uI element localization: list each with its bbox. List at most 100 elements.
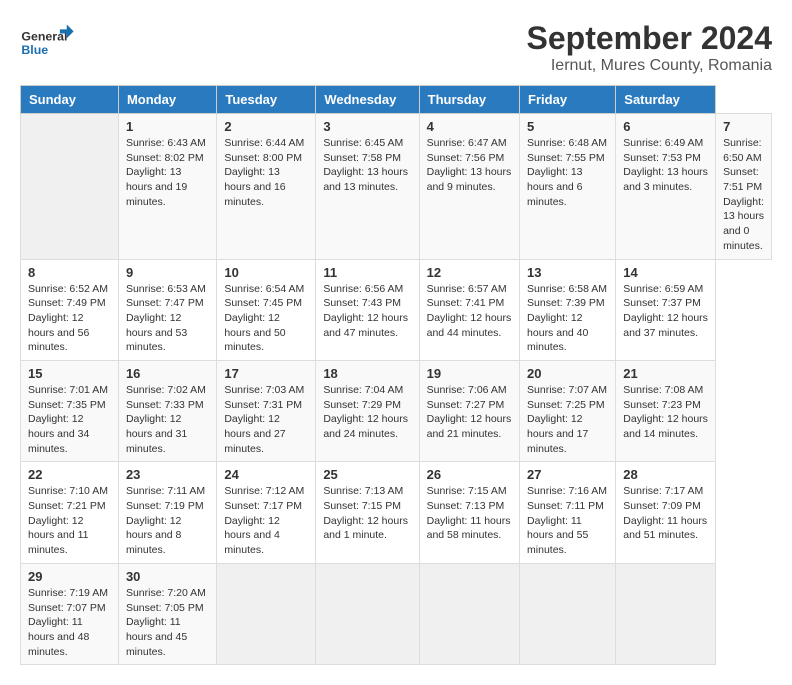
- day-number: 20: [527, 366, 608, 381]
- day-number: 30: [126, 569, 209, 584]
- day-number: 17: [224, 366, 308, 381]
- calendar-cell: 19 Sunrise: 7:06 AMSunset: 7:27 PMDayligh…: [419, 360, 519, 461]
- calendar-cell: [217, 563, 316, 664]
- day-info: Sunrise: 6:45 AMSunset: 7:58 PMDaylight:…: [323, 136, 411, 195]
- calendar-subtitle: Iernut, Mures County, Romania: [527, 57, 772, 75]
- calendar-cell: 3 Sunrise: 6:45 AMSunset: 7:58 PMDaylight…: [316, 114, 419, 260]
- calendar-cell: [520, 563, 616, 664]
- day-info: Sunrise: 6:53 AMSunset: 7:47 PMDaylight:…: [126, 282, 209, 355]
- day-number: 8: [28, 265, 111, 280]
- calendar-cell: 8 Sunrise: 6:52 AMSunset: 7:49 PMDaylight…: [21, 259, 119, 360]
- day-number: 26: [427, 467, 512, 482]
- day-number: 16: [126, 366, 209, 381]
- calendar-cell: 7 Sunrise: 6:50 AMSunset: 7:51 PMDaylight…: [716, 114, 772, 260]
- day-number: 18: [323, 366, 411, 381]
- day-number: 3: [323, 119, 411, 134]
- calendar-cell: 13Sunrise: 6:58 AMSunset: 7:39 PMDayligh…: [520, 259, 616, 360]
- day-number: 1: [126, 119, 209, 134]
- calendar-cell: 29 Sunrise: 7:19 AMSunset: 7:07 PMDayligh…: [21, 563, 119, 664]
- day-number: 2: [224, 119, 308, 134]
- calendar-cell: 2 Sunrise: 6:44 AMSunset: 8:00 PMDaylight…: [217, 114, 316, 260]
- day-info: Sunrise: 6:48 AMSunset: 7:55 PMDaylight:…: [527, 136, 608, 209]
- day-info: Sunrise: 6:44 AMSunset: 8:00 PMDaylight:…: [224, 136, 308, 209]
- calendar-cell: [419, 563, 519, 664]
- day-info: Sunrise: 6:59 AMSunset: 7:37 PMDaylight:…: [623, 282, 708, 341]
- day-info: Sunrise: 7:13 AMSunset: 7:15 PMDaylight:…: [323, 484, 411, 543]
- calendar-cell: 1 Sunrise: 6:43 AMSunset: 8:02 PMDaylight…: [118, 114, 216, 260]
- day-number: 23: [126, 467, 209, 482]
- day-info: Sunrise: 7:20 AMSunset: 7:05 PMDaylight:…: [126, 586, 209, 659]
- day-number: 25: [323, 467, 411, 482]
- header: General Blue September 2024 Iernut, Mure…: [20, 20, 772, 75]
- calendar-cell: 22 Sunrise: 7:10 AMSunset: 7:21 PMDayligh…: [21, 462, 119, 563]
- col-header-friday: Friday: [520, 86, 616, 114]
- calendar-cell: 21 Sunrise: 7:08 AMSunset: 7:23 PMDayligh…: [616, 360, 716, 461]
- day-info: Sunrise: 7:17 AMSunset: 7:09 PMDaylight:…: [623, 484, 708, 543]
- calendar-cell: 23 Sunrise: 7:11 AMSunset: 7:19 PMDayligh…: [118, 462, 216, 563]
- day-info: Sunrise: 7:12 AMSunset: 7:17 PMDaylight:…: [224, 484, 308, 557]
- day-number: 11: [323, 265, 411, 280]
- calendar-cell: 28 Sunrise: 7:17 AMSunset: 7:09 PMDayligh…: [616, 462, 716, 563]
- day-number: 24: [224, 467, 308, 482]
- day-info: Sunrise: 7:03 AMSunset: 7:31 PMDaylight:…: [224, 383, 308, 456]
- calendar-cell: 9Sunrise: 6:53 AMSunset: 7:47 PMDaylight…: [118, 259, 216, 360]
- calendar-cell: 30 Sunrise: 7:20 AMSunset: 7:05 PMDayligh…: [118, 563, 216, 664]
- title-area: September 2024 Iernut, Mures County, Rom…: [527, 20, 772, 75]
- day-info: Sunrise: 7:07 AMSunset: 7:25 PMDaylight:…: [527, 383, 608, 456]
- col-header-sunday: Sunday: [21, 86, 119, 114]
- day-number: 5: [527, 119, 608, 134]
- day-info: Sunrise: 7:15 AMSunset: 7:13 PMDaylight:…: [427, 484, 512, 543]
- day-info: Sunrise: 7:01 AMSunset: 7:35 PMDaylight:…: [28, 383, 111, 456]
- calendar-cell: [21, 114, 119, 260]
- day-number: 19: [427, 366, 512, 381]
- calendar-cell: 20 Sunrise: 7:07 AMSunset: 7:25 PMDayligh…: [520, 360, 616, 461]
- day-info: Sunrise: 7:19 AMSunset: 7:07 PMDaylight:…: [28, 586, 111, 659]
- calendar-cell: 10Sunrise: 6:54 AMSunset: 7:45 PMDayligh…: [217, 259, 316, 360]
- calendar-cell: 4 Sunrise: 6:47 AMSunset: 7:56 PMDaylight…: [419, 114, 519, 260]
- calendar-cell: 24 Sunrise: 7:12 AMSunset: 7:17 PMDayligh…: [217, 462, 316, 563]
- calendar-cell: 14Sunrise: 6:59 AMSunset: 7:37 PMDayligh…: [616, 259, 716, 360]
- calendar-cell: 5 Sunrise: 6:48 AMSunset: 7:55 PMDaylight…: [520, 114, 616, 260]
- day-number: 15: [28, 366, 111, 381]
- calendar-table: SundayMondayTuesdayWednesdayThursdayFrid…: [20, 85, 772, 665]
- day-info: Sunrise: 6:56 AMSunset: 7:43 PMDaylight:…: [323, 282, 411, 341]
- day-info: Sunrise: 6:50 AMSunset: 7:51 PMDaylight:…: [723, 136, 764, 254]
- calendar-cell: 15 Sunrise: 7:01 AMSunset: 7:35 PMDayligh…: [21, 360, 119, 461]
- col-header-monday: Monday: [118, 86, 216, 114]
- calendar-cell: 18 Sunrise: 7:04 AMSunset: 7:29 PMDayligh…: [316, 360, 419, 461]
- day-info: Sunrise: 6:47 AMSunset: 7:56 PMDaylight:…: [427, 136, 512, 195]
- svg-text:Blue: Blue: [21, 43, 48, 57]
- day-info: Sunrise: 6:43 AMSunset: 8:02 PMDaylight:…: [126, 136, 209, 209]
- day-info: Sunrise: 7:02 AMSunset: 7:33 PMDaylight:…: [126, 383, 209, 456]
- day-number: 22: [28, 467, 111, 482]
- day-info: Sunrise: 6:54 AMSunset: 7:45 PMDaylight:…: [224, 282, 308, 355]
- day-number: 27: [527, 467, 608, 482]
- calendar-title: September 2024: [527, 20, 772, 57]
- calendar-cell: 25 Sunrise: 7:13 AMSunset: 7:15 PMDayligh…: [316, 462, 419, 563]
- col-header-thursday: Thursday: [419, 86, 519, 114]
- calendar-cell: 12 Sunrise: 6:57 AMSunset: 7:41 PMDayligh…: [419, 259, 519, 360]
- day-number: 13: [527, 265, 608, 280]
- col-header-wednesday: Wednesday: [316, 86, 419, 114]
- day-number: 12: [427, 265, 512, 280]
- logo: General Blue: [20, 20, 75, 60]
- day-number: 21: [623, 366, 708, 381]
- day-info: Sunrise: 7:11 AMSunset: 7:19 PMDaylight:…: [126, 484, 209, 557]
- day-number: 28: [623, 467, 708, 482]
- day-number: 6: [623, 119, 708, 134]
- day-info: Sunrise: 6:52 AMSunset: 7:49 PMDaylight:…: [28, 282, 111, 355]
- calendar-cell: [316, 563, 419, 664]
- day-info: Sunrise: 6:57 AMSunset: 7:41 PMDaylight:…: [427, 282, 512, 341]
- day-info: Sunrise: 7:16 AMSunset: 7:11 PMDaylight:…: [527, 484, 608, 557]
- day-info: Sunrise: 7:06 AMSunset: 7:27 PMDaylight:…: [427, 383, 512, 442]
- calendar-cell: 26 Sunrise: 7:15 AMSunset: 7:13 PMDayligh…: [419, 462, 519, 563]
- calendar-cell: 6 Sunrise: 6:49 AMSunset: 7:53 PMDaylight…: [616, 114, 716, 260]
- calendar-cell: 11 Sunrise: 6:56 AMSunset: 7:43 PMDayligh…: [316, 259, 419, 360]
- day-info: Sunrise: 7:04 AMSunset: 7:29 PMDaylight:…: [323, 383, 411, 442]
- day-number: 29: [28, 569, 111, 584]
- day-info: Sunrise: 7:08 AMSunset: 7:23 PMDaylight:…: [623, 383, 708, 442]
- day-number: 4: [427, 119, 512, 134]
- day-info: Sunrise: 6:49 AMSunset: 7:53 PMDaylight:…: [623, 136, 708, 195]
- day-number: 7: [723, 119, 764, 134]
- day-info: Sunrise: 7:10 AMSunset: 7:21 PMDaylight:…: [28, 484, 111, 557]
